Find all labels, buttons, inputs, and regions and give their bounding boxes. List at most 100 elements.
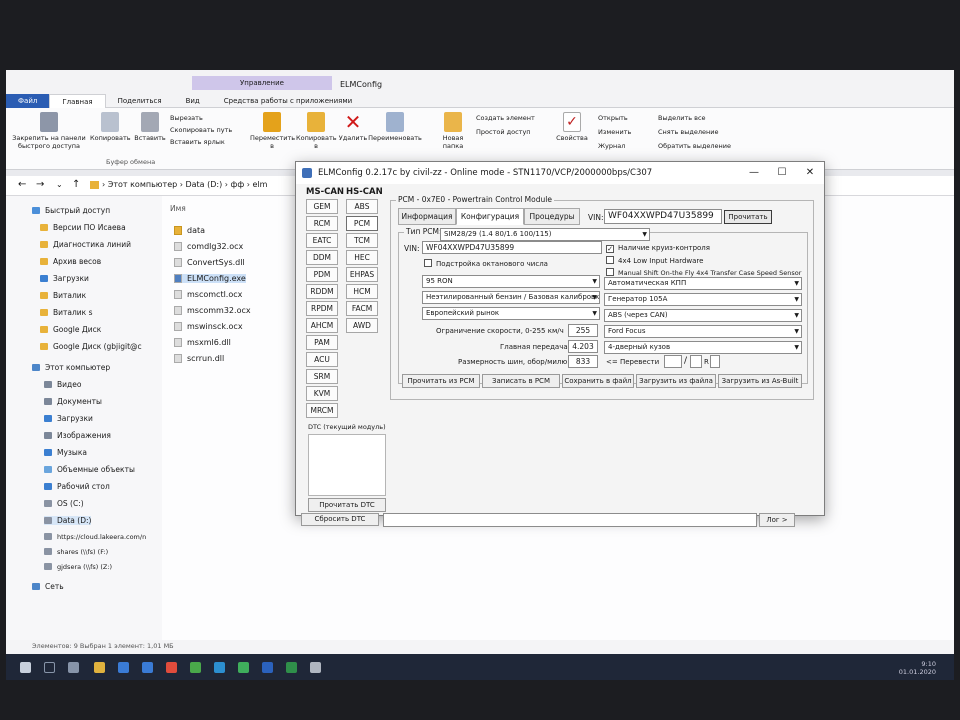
write-to-pcm-button[interactable]: Записать в PCM xyxy=(482,374,560,388)
tab-info[interactable]: Информация xyxy=(398,208,456,225)
edge-icon[interactable] xyxy=(118,662,129,673)
nav-item[interactable]: Диагностика линий xyxy=(40,240,131,249)
new-folder-button[interactable]: Новая папка xyxy=(436,112,470,150)
paste-shortcut-button[interactable]: Вставить ярлык xyxy=(170,136,225,148)
word-icon[interactable] xyxy=(262,662,273,673)
hs-can-awd[interactable]: AWD xyxy=(346,318,378,333)
nav-item[interactable]: gjdsera (\\fs) (Z:) xyxy=(44,563,112,571)
ms-can-pam[interactable]: PAM xyxy=(306,335,338,350)
breadcrumb[interactable]: › Этот компьютер › Data (D:) › фф › elm xyxy=(102,180,267,189)
close-icon[interactable]: ✕ xyxy=(796,162,824,184)
generator-select[interactable]: Генератор 105A ▼ xyxy=(604,293,802,306)
abs-select[interactable]: ABS (через CAN) ▼ xyxy=(604,309,802,322)
ms-can-pdm[interactable]: PDM xyxy=(306,267,338,282)
invert-selection-button[interactable]: Обратить выделение xyxy=(658,140,731,152)
elmconfig-taskbar-icon[interactable] xyxy=(310,662,321,673)
read-dtc-button[interactable]: Прочитать DTC xyxy=(308,498,386,512)
nav-item[interactable]: Документы xyxy=(44,397,102,406)
read-vin-button[interactable]: Прочитать xyxy=(724,210,772,224)
tab-procedures[interactable]: Процедуры xyxy=(524,208,580,225)
file-item[interactable]: mswinsck.ocx xyxy=(174,322,243,331)
nav-item[interactable]: https://cloud.lakeera.com/n xyxy=(44,533,146,541)
rename-button[interactable]: Переименовать xyxy=(368,112,422,142)
opera-icon[interactable] xyxy=(166,662,177,673)
skype-icon[interactable] xyxy=(214,662,225,673)
ms-can-acu[interactable]: ACU xyxy=(306,352,338,367)
elmconfig-title-bar[interactable]: ELMConfig 0.2.17c by civil-zz - Online m… xyxy=(296,162,824,184)
back-arrow-icon[interactable]: ← xyxy=(18,179,26,190)
tab-view[interactable]: Вид xyxy=(174,94,212,108)
column-header-name[interactable]: Имя xyxy=(170,204,186,213)
copy-button[interactable]: Копировать xyxy=(90,112,131,142)
rim-size-input[interactable] xyxy=(710,355,720,368)
save-to-file-button[interactable]: Сохранить в файл xyxy=(562,374,634,388)
tab-app-tools[interactable]: Средства работы с приложениями xyxy=(212,94,364,108)
whatsapp-icon[interactable] xyxy=(238,662,249,673)
delete-button[interactable]: ✕ Удалить xyxy=(338,112,368,142)
transmission-select[interactable]: Автоматическая КПП ▼ xyxy=(604,277,802,290)
history-button[interactable]: Журнал xyxy=(598,140,625,152)
search-icon[interactable] xyxy=(44,662,55,673)
tab-file[interactable]: Файл xyxy=(6,94,50,108)
hs-can-facm[interactable]: FACM xyxy=(346,301,378,316)
new-item-button[interactable]: Создать элемент xyxy=(476,112,535,124)
nav-item[interactable]: Видео xyxy=(44,380,81,389)
chrome-icon[interactable] xyxy=(190,662,201,673)
nav-item[interactable]: OS (C:) xyxy=(44,499,84,508)
ms-can-ddm[interactable]: DDM xyxy=(306,250,338,265)
pin-quick-access-button[interactable]: Закрепить на панели быстрого доступа xyxy=(12,112,86,150)
manual-shift-checkbox[interactable]: Manual Shift On-the Fly 4x4 Transfer Cas… xyxy=(606,268,801,277)
file-item[interactable]: scrrun.dll xyxy=(174,354,224,363)
ms-can-srm[interactable]: SRM xyxy=(306,369,338,384)
task-view-icon[interactable] xyxy=(68,662,79,673)
dtc-list[interactable] xyxy=(308,434,386,496)
tab-configuration[interactable]: Конфигурация xyxy=(456,208,524,225)
body-select[interactable]: 4-дверный кузов ▼ xyxy=(604,341,802,354)
nav-item[interactable]: Загрузки xyxy=(40,274,89,283)
final-drive-input[interactable]: 4.203 xyxy=(568,340,598,353)
nav-item[interactable]: Быстрый доступ xyxy=(32,206,110,215)
up-arrow-icon[interactable]: ↑ xyxy=(72,179,80,190)
open-button[interactable]: Открыть xyxy=(598,112,628,124)
cut-button[interactable]: Вырезать xyxy=(170,112,203,124)
nav-item[interactable]: Этот компьютер xyxy=(32,363,110,372)
file-item-selected[interactable]: ELMConfig.exe xyxy=(174,274,246,283)
hs-can-ehpas[interactable]: EHPAS xyxy=(346,267,378,282)
low-input-checkbox[interactable]: 4x4 Low Input Hardware xyxy=(606,256,703,265)
ms-can-rpdm[interactable]: RPDM xyxy=(306,301,338,316)
ms-can-kvm[interactable]: KVM xyxy=(306,386,338,401)
nav-item[interactable]: Google Диск (gbjigit@c xyxy=(40,342,142,351)
nav-item[interactable]: Изображения xyxy=(44,431,111,440)
recent-chevron-icon[interactable]: ⌄ xyxy=(56,180,63,189)
market-select[interactable]: Европейский рынок ▼ xyxy=(422,307,600,320)
file-item[interactable]: msxml6.dll xyxy=(174,338,231,347)
brand-select[interactable]: Ford Focus ▼ xyxy=(604,325,802,338)
ms-can-rddm[interactable]: RDDM xyxy=(306,284,338,299)
hs-can-tcm[interactable]: TCM xyxy=(346,233,378,248)
inner-vin-input[interactable]: WF04XXWPD47U35899 xyxy=(422,241,602,254)
fuel-cal-select[interactable]: Неэтилированный бензин / Базовая калибро… xyxy=(422,291,600,304)
paste-button[interactable]: Вставить xyxy=(132,112,168,142)
select-none-button[interactable]: Снять выделение xyxy=(658,126,718,138)
forward-arrow-icon[interactable]: → xyxy=(36,179,44,190)
fuel-select[interactable]: 95 RON ▼ xyxy=(422,275,600,288)
nav-item[interactable]: Музыка xyxy=(44,448,87,457)
nav-item[interactable]: Архив весов xyxy=(40,257,101,266)
file-item[interactable]: mscomm32.ocx xyxy=(174,306,251,315)
ms-can-gem[interactable]: GEM xyxy=(306,199,338,214)
file-item[interactable]: comdlg32.ocx xyxy=(174,242,243,251)
log-button[interactable]: Лог > xyxy=(759,513,795,527)
hs-can-pcm[interactable]: PCM xyxy=(346,216,378,231)
tire-width-input[interactable] xyxy=(664,355,682,368)
read-from-pcm-button[interactable]: Прочитать из PCM xyxy=(402,374,480,388)
pcm-type-select[interactable]: SIM28/29 (1.4 80/1.6 100/115) ▼ xyxy=(440,228,650,241)
start-windows-icon[interactable] xyxy=(20,662,31,673)
file-item[interactable]: ConvertSys.dll xyxy=(174,258,245,267)
tire-input[interactable]: 833 xyxy=(568,355,598,368)
file-explorer-icon[interactable] xyxy=(94,662,105,673)
tab-share[interactable]: Поделиться xyxy=(106,94,174,108)
minimize-icon[interactable]: — xyxy=(740,162,768,184)
convert-label[interactable]: <= Перевести xyxy=(606,358,659,366)
tire-profile-input[interactable] xyxy=(690,355,702,368)
store-icon[interactable] xyxy=(142,662,153,673)
